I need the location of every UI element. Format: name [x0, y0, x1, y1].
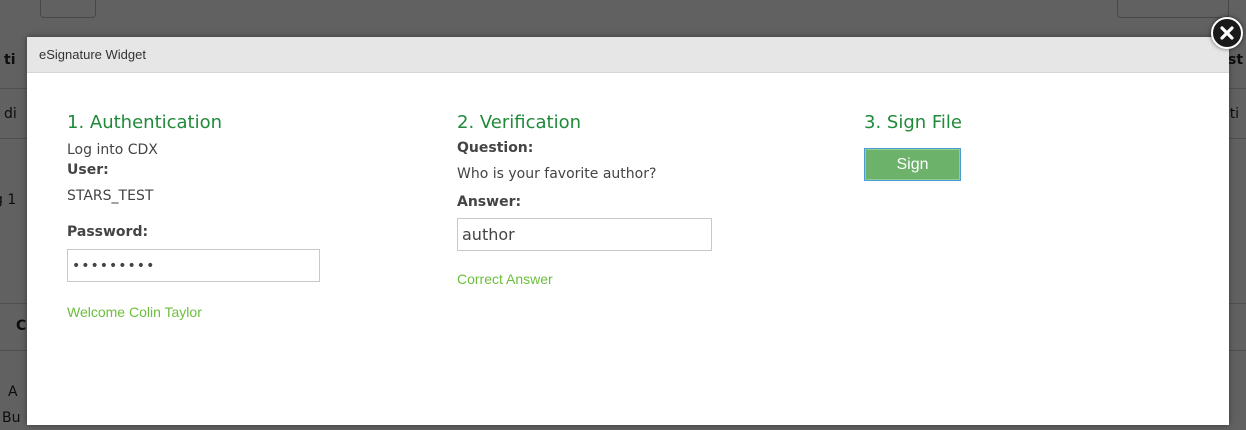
question-label: Question:	[457, 140, 534, 156]
sign-section: 3. Sign File Sign	[864, 110, 1184, 181]
welcome-status: Welcome Colin Taylor	[67, 304, 202, 320]
user-value: STARS_TEST	[67, 188, 154, 204]
password-label: Password:	[67, 224, 149, 240]
authentication-section: 1. Authentication Log into CDX User: STA…	[67, 110, 387, 320]
dialog-titlebar[interactable]: eSignature Widget	[27, 37, 1229, 73]
verification-heading: 2. Verification	[457, 112, 582, 133]
answer-label: Answer:	[457, 194, 522, 210]
login-subheading: Log into CDX	[67, 142, 158, 158]
sign-heading: 3. Sign File	[864, 112, 962, 133]
user-label: User:	[67, 162, 109, 178]
authentication-heading: 1. Authentication	[67, 112, 223, 133]
answer-status: Correct Answer	[457, 271, 553, 287]
close-icon	[1220, 26, 1234, 40]
sign-button[interactable]: Sign	[864, 148, 961, 181]
close-button[interactable]	[1211, 17, 1243, 49]
answer-field[interactable]	[457, 218, 712, 251]
dialog-title: eSignature Widget	[39, 47, 146, 62]
verification-section: 2. Verification Question: Who is your fa…	[457, 110, 777, 287]
password-field[interactable]	[67, 249, 320, 282]
esignature-dialog: eSignature Widget 1. Authentication Log …	[27, 37, 1229, 425]
question-text: Who is your favorite author?	[457, 166, 657, 182]
